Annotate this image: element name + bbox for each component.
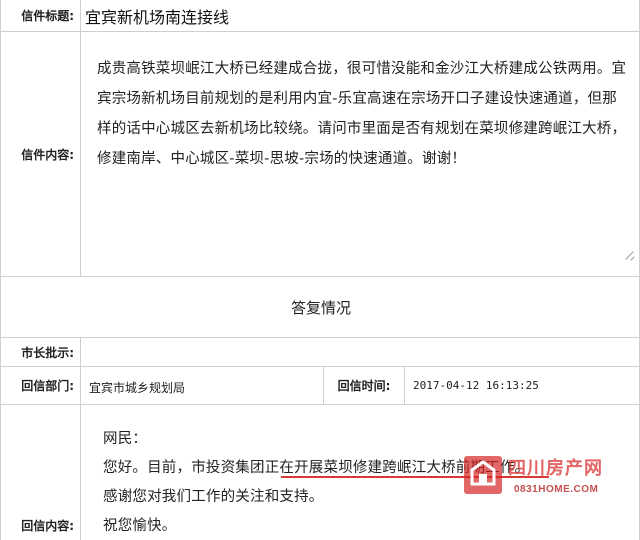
dept-row: 回信部门: 宜宾市城乡规划局 回信时间: 2017-04-12 16:13:25 <box>1 367 640 405</box>
dept-label: 回信部门: <box>1 367 81 404</box>
letter-content-text: 成贵高铁菜坝岷江大桥已经建成合拢，很可惜没能和金沙江大桥建成公铁两用。宜宾宗场新… <box>97 61 627 167</box>
site-watermark: 四川房产网 0831HOME.COM <box>460 450 610 500</box>
watermark-text: 四川房产网 <box>508 458 603 479</box>
content-label: 信件内容: <box>1 32 81 276</box>
title-label: 信件标题: <box>1 0 81 31</box>
title-row: 信件标题: 宜宾新机场南连接线 <box>1 0 640 32</box>
mayor-row: 市长批示: <box>1 338 640 367</box>
resize-grip-icon[interactable] <box>626 251 635 260</box>
mayor-label: 市长批示: <box>1 338 81 366</box>
reply-heading-row: 答复情况 <box>1 277 640 338</box>
letter-content-textarea[interactable]: 成贵高铁菜坝岷江大桥已经建成合拢，很可惜没能和金沙江大桥建成公铁两用。宜宾宗场新… <box>89 48 637 264</box>
reply-department: 宜宾市城乡规划局 <box>89 381 186 395</box>
reply-heading: 答复情况 <box>290 299 351 317</box>
content-row: 信件内容: 成贵高铁菜坝岷江大桥已经建成合拢，很可惜没能和金沙江大桥建成公铁两用… <box>1 32 640 277</box>
watermark-logo-icon <box>464 456 502 494</box>
reply-line: 祝您愉快。 <box>103 518 177 534</box>
reply-time: 2017-04-12 16:13:25 <box>413 379 539 392</box>
time-label: 回信时间: <box>323 367 405 404</box>
watermark-url: 0831HOME.COM <box>514 484 599 495</box>
reply-content-label: 回信内容: <box>1 405 81 540</box>
letter-title: 宜宾新机场南连接线 <box>85 8 230 27</box>
